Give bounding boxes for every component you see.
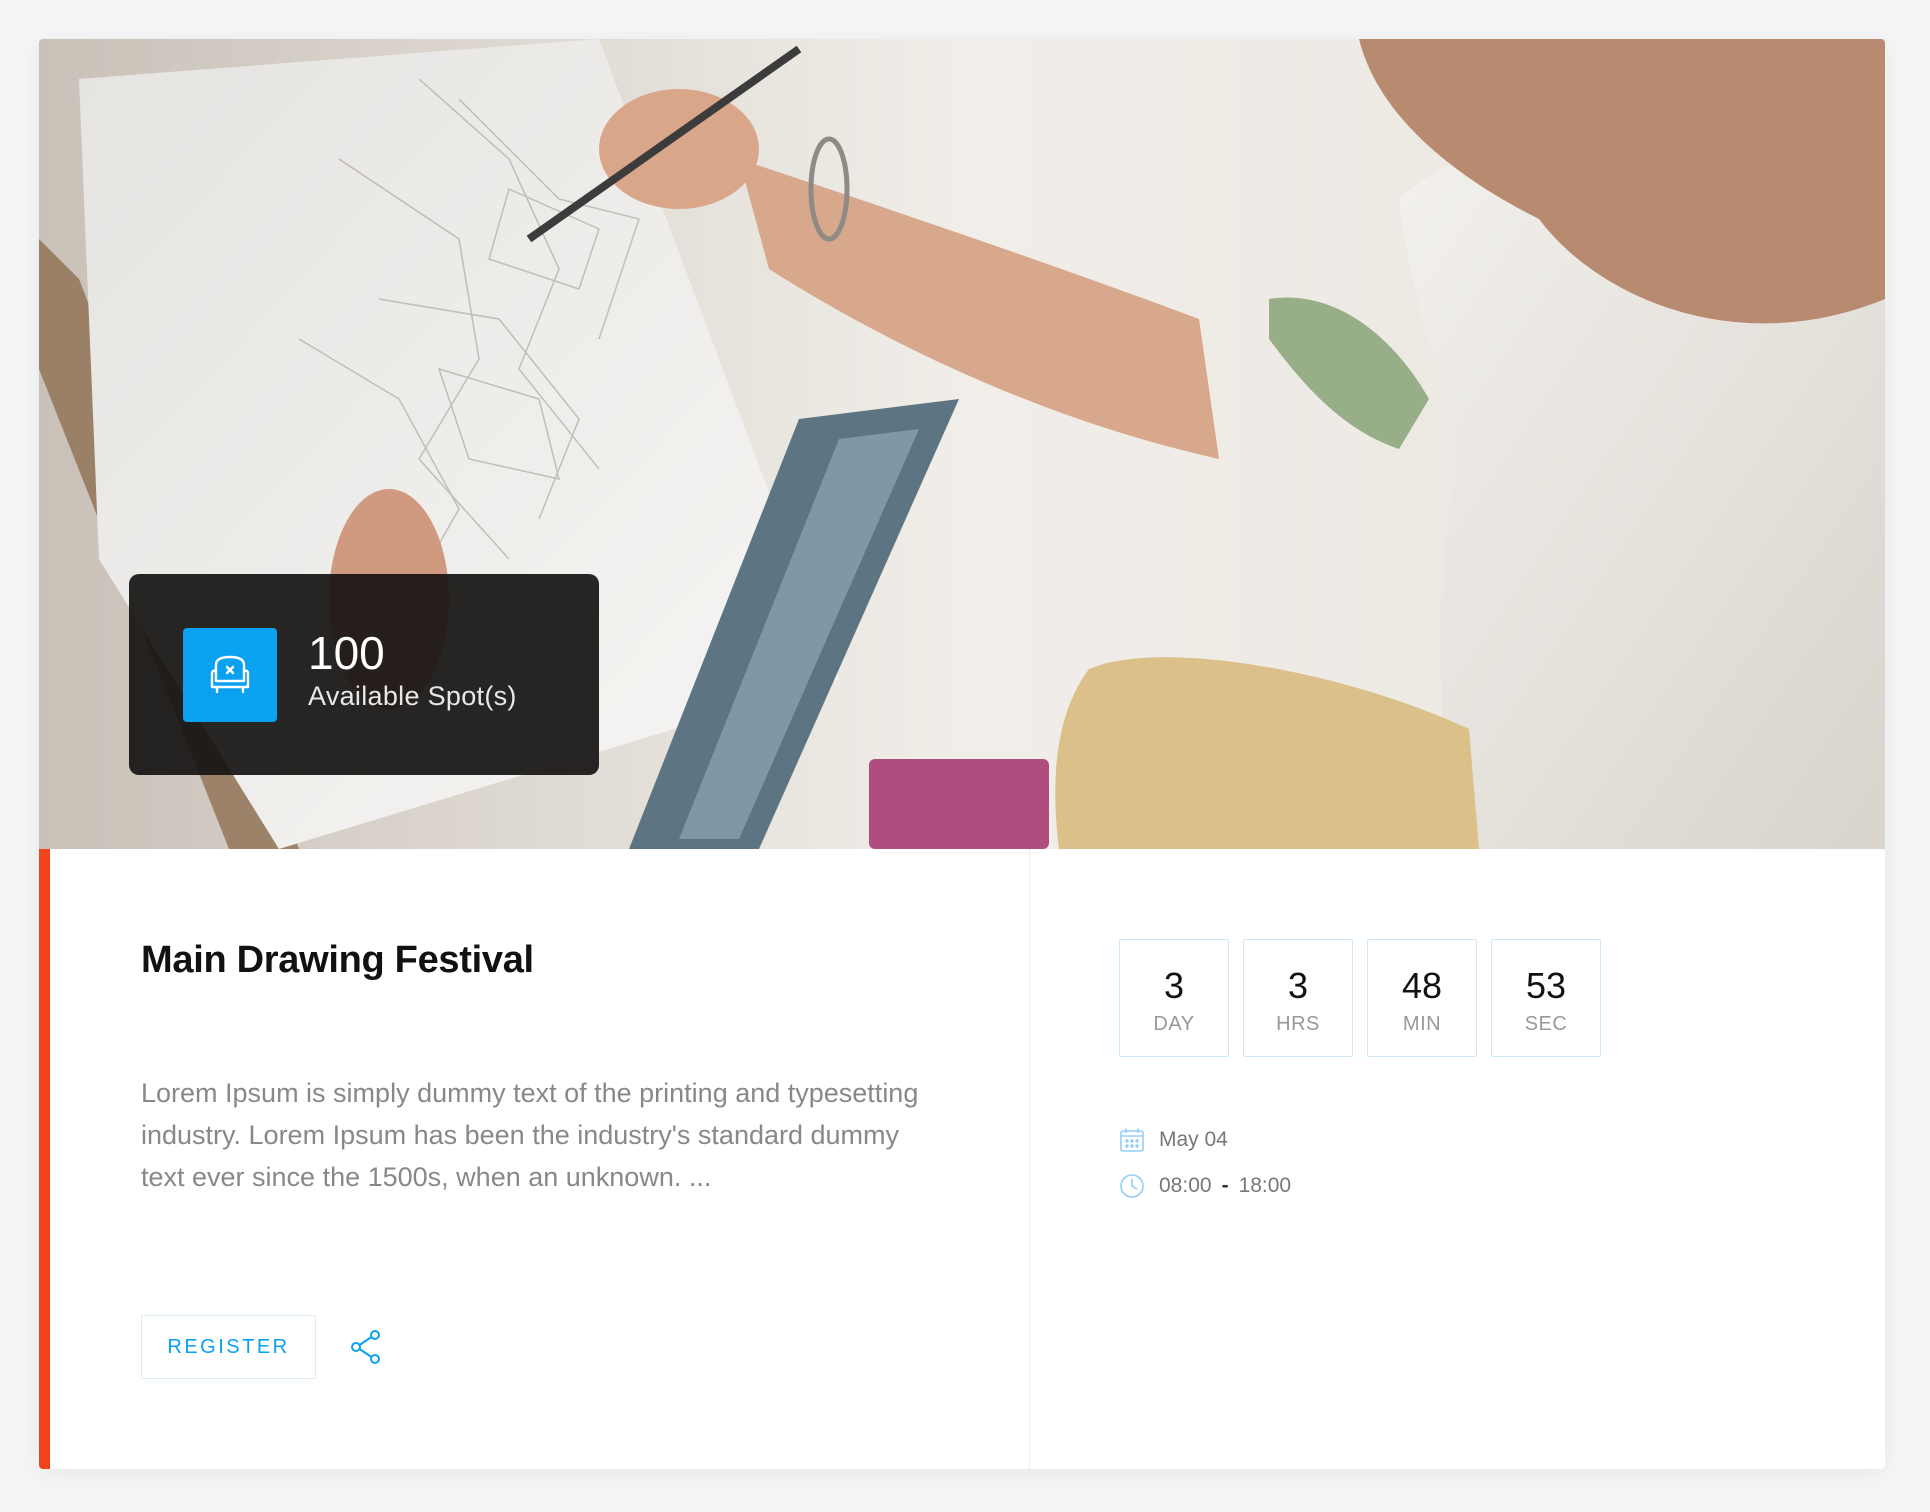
event-time-start: 08:00 bbox=[1159, 1174, 1212, 1197]
calendar-icon bbox=[1119, 1127, 1145, 1153]
share-icon[interactable] bbox=[349, 1329, 383, 1365]
event-description: Lorem Ipsum is simply dummy text of the … bbox=[141, 1078, 919, 1192]
countdown-value: 48 bbox=[1401, 965, 1443, 1006]
event-time: 08:00 - 18:00 bbox=[1119, 1173, 1291, 1199]
countdown-unit: SEC bbox=[1524, 1013, 1568, 1035]
countdown-value: 53 bbox=[1525, 965, 1567, 1006]
event-date-text: May 04 bbox=[1159, 1128, 1228, 1151]
time-separator: - bbox=[1221, 1174, 1229, 1197]
accent-bar bbox=[39, 849, 50, 1469]
countdown-unit: DAY bbox=[1153, 1013, 1195, 1035]
spots-count: 100 bbox=[308, 627, 385, 679]
available-spots-panel: 100 Available Spot(s) bbox=[129, 574, 599, 775]
countdown-minutes: 48 MIN bbox=[1367, 939, 1477, 1057]
event-time-end: 18:00 bbox=[1238, 1174, 1292, 1197]
countdown-seconds: 53 SEC bbox=[1491, 939, 1601, 1057]
countdown-days: 3 DAY bbox=[1119, 939, 1229, 1057]
event-card: 100 Available Spot(s) Main Drawing Festi… bbox=[39, 39, 1885, 1469]
register-button[interactable]: REGISTER bbox=[141, 1315, 316, 1379]
event-title[interactable]: Main Drawing Festival bbox=[141, 939, 534, 982]
countdown-value: 3 bbox=[1287, 965, 1309, 1006]
countdown-value: 3 bbox=[1163, 965, 1185, 1006]
clock-icon bbox=[1119, 1173, 1145, 1199]
countdown-hours: 3 HRS bbox=[1243, 939, 1353, 1057]
armchair-icon bbox=[183, 628, 277, 722]
countdown-timer: 3 DAY 3 HRS 48 MIN 53 SEC bbox=[1119, 939, 1601, 1057]
countdown-unit: HRS bbox=[1276, 1013, 1320, 1035]
event-hero-image: 100 Available Spot(s) bbox=[39, 39, 1885, 849]
event-date: May 04 bbox=[1119, 1127, 1228, 1153]
column-divider bbox=[1029, 849, 1030, 1469]
countdown-unit: MIN bbox=[1402, 1013, 1442, 1035]
spots-label: Available Spot(s) bbox=[308, 681, 517, 711]
